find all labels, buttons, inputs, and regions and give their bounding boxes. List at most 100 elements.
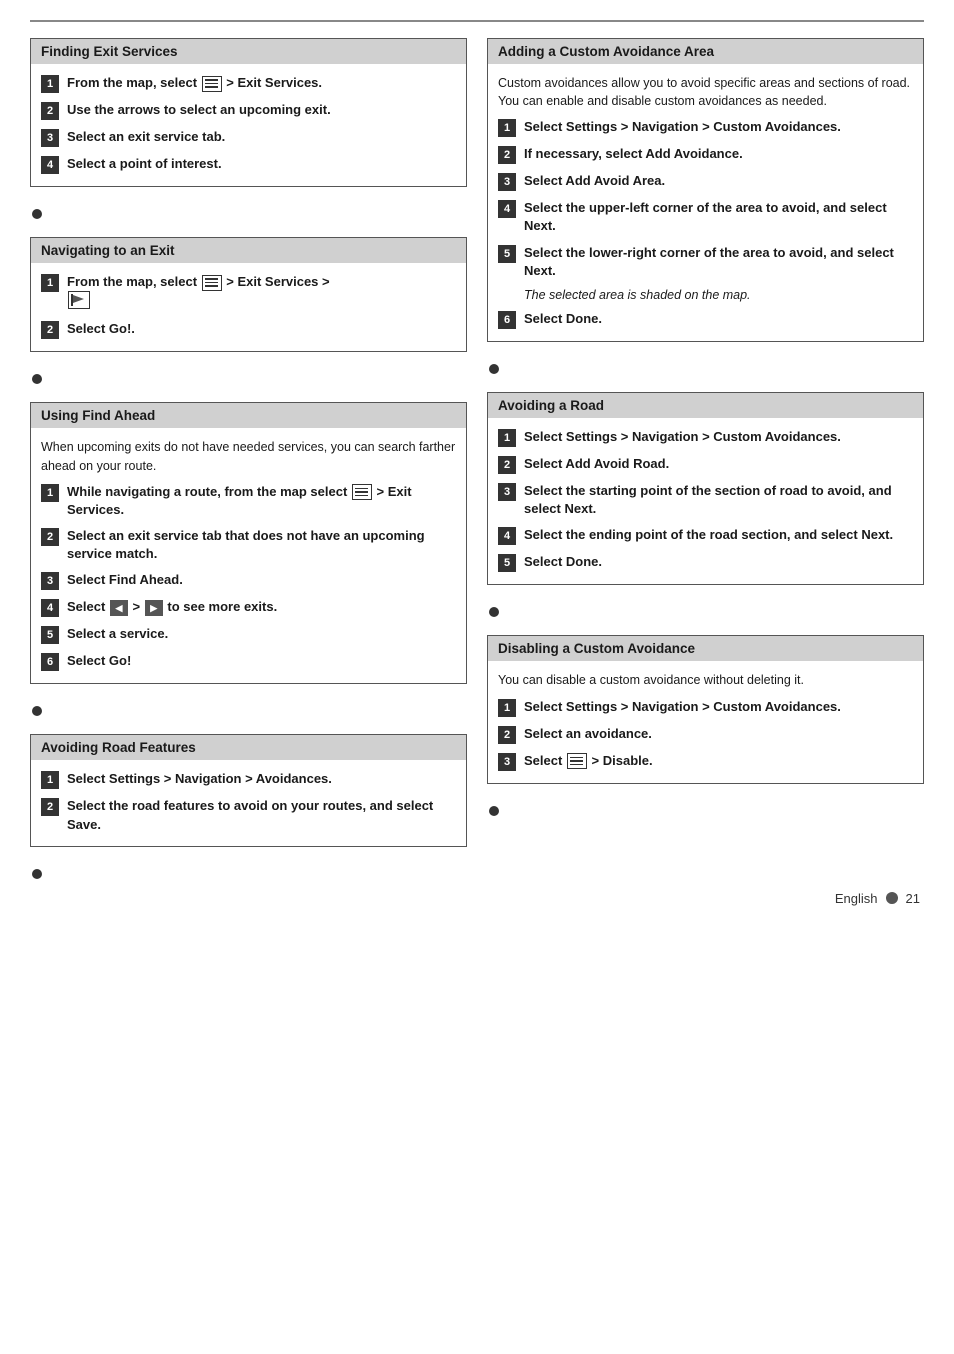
step-num-ahead-2: 2 bbox=[41, 528, 59, 546]
section-body-avoid-road-features: 1 Select Settings > Navigation > Avoidan… bbox=[31, 760, 466, 845]
footer: English 21 bbox=[30, 891, 924, 906]
step-5-avoid-road: 5 Select Done. bbox=[498, 553, 913, 572]
section-header-find-ahead: Using Find Ahead bbox=[31, 403, 466, 428]
step-text-dc-3: Select > Disable. bbox=[524, 752, 653, 770]
step-num-ar-2: 2 bbox=[498, 456, 516, 474]
step-num-ahead-1: 1 bbox=[41, 484, 59, 502]
step-2-ahead: 2 Select an exit service tab that does n… bbox=[41, 527, 456, 563]
footer-dot bbox=[886, 892, 898, 904]
step-num-af-1: 1 bbox=[41, 771, 59, 789]
step-num-3: 3 bbox=[41, 129, 59, 147]
section-body-avoiding-road: 1 Select Settings > Navigation > Custom … bbox=[488, 418, 923, 584]
section-find-ahead: Using Find Ahead When upcoming exits do … bbox=[30, 402, 467, 684]
top-border bbox=[30, 20, 924, 22]
step-num-dc-3: 3 bbox=[498, 753, 516, 771]
step-text-ahead-5: Select a service. bbox=[67, 625, 168, 643]
step-num-ac-6: 6 bbox=[498, 311, 516, 329]
step-text-ac-3: Select Add Avoid Area. bbox=[524, 172, 665, 190]
step-6-ahead: 6 Select Go! bbox=[41, 652, 456, 671]
step-text-af-1: Select Settings > Navigation > Avoidance… bbox=[67, 770, 332, 788]
step-1-navigating: 1 From the map, select > Exit Services > bbox=[41, 273, 456, 312]
step-4-finding: 4 Select a point of interest. bbox=[41, 155, 456, 174]
step-1-finding: 1 From the map, select > Exit Services. bbox=[41, 74, 456, 93]
step-text-ahead-4: Select ◀ > ▶ to see more exits. bbox=[67, 598, 277, 616]
step-text-ac-1: Select Settings > Navigation > Custom Av… bbox=[524, 118, 841, 136]
step-text-ar-4: Select the ending point of the road sect… bbox=[524, 526, 893, 544]
step-text-2: Use the arrows to select an upcoming exi… bbox=[67, 101, 331, 119]
step-num-4: 4 bbox=[41, 156, 59, 174]
page-container: Finding Exit Services 1 From the map, se… bbox=[30, 20, 924, 906]
step-2-add-custom: 2 If necessary, select Add Avoidance. bbox=[498, 145, 913, 164]
step-text-nav-1: From the map, select > Exit Services > bbox=[67, 273, 330, 312]
bullet-dot-4 bbox=[32, 869, 42, 879]
step-text-dc-1: Select Settings > Navigation > Custom Av… bbox=[524, 698, 841, 716]
right-column: Adding a Custom Avoidance Area Custom av… bbox=[487, 38, 924, 881]
step-text-ahead-1: While navigating a route, from the map s… bbox=[67, 483, 456, 519]
section-body-find-ahead: When upcoming exits do not have needed s… bbox=[31, 428, 466, 683]
left-column: Finding Exit Services 1 From the map, se… bbox=[30, 38, 467, 881]
step-4-ahead: 4 Select ◀ > ▶ to see more exits. bbox=[41, 598, 456, 617]
step-num-af-2: 2 bbox=[41, 798, 59, 816]
section-add-custom-avoidance: Adding a Custom Avoidance Area Custom av… bbox=[487, 38, 924, 342]
step-1-ahead: 1 While navigating a route, from the map… bbox=[41, 483, 456, 519]
section-header-disable-custom-avoidance: Disabling a Custom Avoidance bbox=[488, 636, 923, 661]
section-disable-custom-avoidance: Disabling a Custom Avoidance You can dis… bbox=[487, 635, 924, 783]
step-text-ac-6: Select Done. bbox=[524, 310, 602, 328]
step-text-4: Select a point of interest. bbox=[67, 155, 222, 173]
footer-page: 21 bbox=[906, 891, 920, 906]
section-body-navigating-exit: 1 From the map, select > Exit Services > bbox=[31, 263, 466, 351]
footer-lang: English bbox=[835, 891, 878, 906]
step-num-ar-5: 5 bbox=[498, 554, 516, 572]
step-1-avoid-road: 1 Select Settings > Navigation > Custom … bbox=[498, 428, 913, 447]
step-1-disable: 1 Select Settings > Navigation > Custom … bbox=[498, 698, 913, 717]
step-6-add-custom: 6 Select Done. bbox=[498, 310, 913, 329]
step-1-avoid-features: 1 Select Settings > Navigation > Avoidan… bbox=[41, 770, 456, 789]
section-body-finding-exit-services: 1 From the map, select > Exit Services. … bbox=[31, 64, 466, 186]
step-text-af-2: Select the road features to avoid on you… bbox=[67, 797, 456, 833]
menu-icon-nav bbox=[202, 275, 222, 291]
step-text-3: Select an exit service tab. bbox=[67, 128, 225, 146]
step-text-ar-2: Select Add Avoid Road. bbox=[524, 455, 669, 473]
section-body-disable-custom-avoidance: You can disable a custom avoidance witho… bbox=[488, 661, 923, 782]
step-num-1: 1 bbox=[41, 75, 59, 93]
step-2-finding: 2 Use the arrows to select an upcoming e… bbox=[41, 101, 456, 120]
step-4-avoid-road: 4 Select the ending point of the road se… bbox=[498, 526, 913, 545]
step-3-avoid-road: 3 Select the starting point of the secti… bbox=[498, 482, 913, 518]
step-num-nav-1: 1 bbox=[41, 274, 59, 292]
section-header-add-custom-avoidance: Adding a Custom Avoidance Area bbox=[488, 39, 923, 64]
section-header-avoiding-road: Avoiding a Road bbox=[488, 393, 923, 418]
step-text-ahead-3: Select Find Ahead. bbox=[67, 571, 183, 589]
step-3-finding: 3 Select an exit service tab. bbox=[41, 128, 456, 147]
step-num-ac-2: 2 bbox=[498, 146, 516, 164]
step-1-add-custom: 1 Select Settings > Navigation > Custom … bbox=[498, 118, 913, 137]
step-3-disable: 3 Select > Disable. bbox=[498, 752, 913, 771]
menu-icon-disable bbox=[567, 753, 587, 769]
step-num-dc-2: 2 bbox=[498, 726, 516, 744]
step-num-ar-4: 4 bbox=[498, 527, 516, 545]
step-2-disable: 2 Select an avoidance. bbox=[498, 725, 913, 744]
section-body-add-custom-avoidance: Custom avoidances allow you to avoid spe… bbox=[488, 64, 923, 341]
step-num-2: 2 bbox=[41, 102, 59, 120]
step-2-avoid-features: 2 Select the road features to avoid on y… bbox=[41, 797, 456, 833]
step-num-ahead-3: 3 bbox=[41, 572, 59, 590]
step-num-ahead-6: 6 bbox=[41, 653, 59, 671]
step-text-ahead-2: Select an exit service tab that does not… bbox=[67, 527, 456, 563]
menu-icon bbox=[202, 76, 222, 92]
section-header-avoid-road-features: Avoiding Road Features bbox=[31, 735, 466, 760]
arrow-left-btn[interactable]: ◀ bbox=[110, 600, 128, 616]
arrow-right-btn[interactable]: ▶ bbox=[145, 600, 163, 616]
step-text-ahead-6: Select Go! bbox=[67, 652, 131, 670]
step-2-avoid-road: 2 Select Add Avoid Road. bbox=[498, 455, 913, 474]
step-text-nav-2: Select Go!. bbox=[67, 320, 135, 338]
step-text-ar-5: Select Done. bbox=[524, 553, 602, 571]
bullet-dot-2 bbox=[32, 374, 42, 384]
bullet-dot-1 bbox=[32, 209, 42, 219]
step-text-ac-2: If necessary, select Add Avoidance. bbox=[524, 145, 743, 163]
step-num-nav-2: 2 bbox=[41, 321, 59, 339]
step-num-ac-4: 4 bbox=[498, 200, 516, 218]
step-5-add-custom: 5 Select the lower-right corner of the a… bbox=[498, 244, 913, 280]
step-text-ar-3: Select the starting point of the section… bbox=[524, 482, 913, 518]
step-text-1: From the map, select > Exit Services. bbox=[67, 74, 322, 92]
step-3-ahead: 3 Select Find Ahead. bbox=[41, 571, 456, 590]
step-text-ac-4: Select the upper-left corner of the area… bbox=[524, 199, 913, 235]
